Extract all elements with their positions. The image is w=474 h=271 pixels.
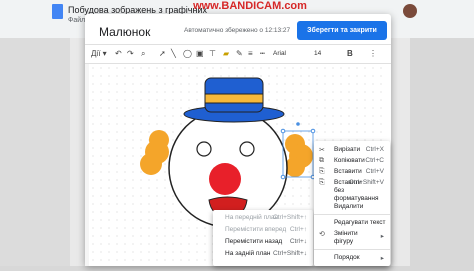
textbox-icon[interactable]: ⊤ — [209, 48, 216, 60]
border-dash-icon[interactable]: ┅ — [260, 48, 265, 60]
font-size-select[interactable]: 14 — [314, 48, 334, 59]
line-icon[interactable]: ╲ — [171, 48, 176, 60]
menu-divider — [314, 214, 390, 215]
paste-plain-icon: ⎘ — [319, 179, 325, 186]
bandicam-watermark: www.BANDICAM.com — [193, 0, 307, 12]
undo-icon[interactable]: ↶ — [115, 48, 122, 60]
actions-menu[interactable]: Дії ▾ — [91, 48, 107, 60]
paste-icon: ⎘ — [319, 168, 325, 175]
copy-icon: ⧉ — [319, 157, 324, 164]
dialog-title: Малюнок — [99, 25, 151, 39]
change-shape-item[interactable]: ⟲ Змінити фігуру ▸ — [314, 230, 390, 246]
menu-divider — [314, 249, 390, 250]
redo-icon[interactable]: ↷ — [127, 48, 134, 60]
clown-hair-left[interactable] — [140, 130, 169, 175]
clown-hair-right[interactable] — [285, 134, 313, 177]
border-color-icon[interactable]: ✎ — [236, 48, 243, 60]
scissors-icon: ✂ — [319, 147, 325, 154]
border-weight-icon[interactable]: ≡ — [248, 48, 253, 60]
submenu-arrow-icon: ▸ — [380, 233, 384, 240]
shape-change-icon: ⟲ — [319, 231, 325, 238]
fill-color-icon[interactable]: ▰ — [223, 48, 229, 60]
docs-icon[interactable] — [52, 4, 63, 19]
clown-eye-left[interactable] — [196, 141, 212, 157]
image-icon[interactable]: ▣ — [196, 48, 204, 60]
bold-icon[interactable]: B — [347, 48, 353, 60]
avatar[interactable] — [403, 4, 417, 18]
shape-icon[interactable]: ◯ — [183, 48, 192, 60]
submenu-arrow-icon: ▸ — [380, 255, 384, 262]
autosave-status: Автоматично збережено о 12:13:27 — [184, 27, 291, 34]
paste-without-formatting-item[interactable]: ⎘ Вставити без форматування Ctrl+Shift+V — [314, 179, 390, 202]
clown-nose[interactable] — [209, 163, 241, 195]
select-icon[interactable]: ➚ — [159, 48, 166, 60]
context-menu: ✂ Вирізати Ctrl+X ⧉ Копіювати Ctrl+C ⎘ В… — [314, 141, 390, 266]
more-icon[interactable]: ⋮ — [369, 48, 377, 60]
clown-eye-right[interactable] — [239, 141, 255, 157]
save-and-close-button[interactable]: Зберегти та закрити — [297, 21, 387, 40]
file-menu[interactable]: Файл — [68, 17, 85, 24]
font-select[interactable]: Arial — [273, 48, 309, 59]
clown-hat[interactable] — [183, 77, 285, 123]
zoom-icon[interactable]: ⌕ — [141, 48, 145, 60]
order-submenu: На передній план Ctrl+Shift+↑ Перемістит… — [213, 210, 313, 266]
drawing-toolbar: Дії ▾ ↶ ↷ ⌕ ➚ ╲ ◯ ▣ ⊤ ▰ ✎ ≡ ┅ Arial 14 B… — [85, 44, 391, 64]
